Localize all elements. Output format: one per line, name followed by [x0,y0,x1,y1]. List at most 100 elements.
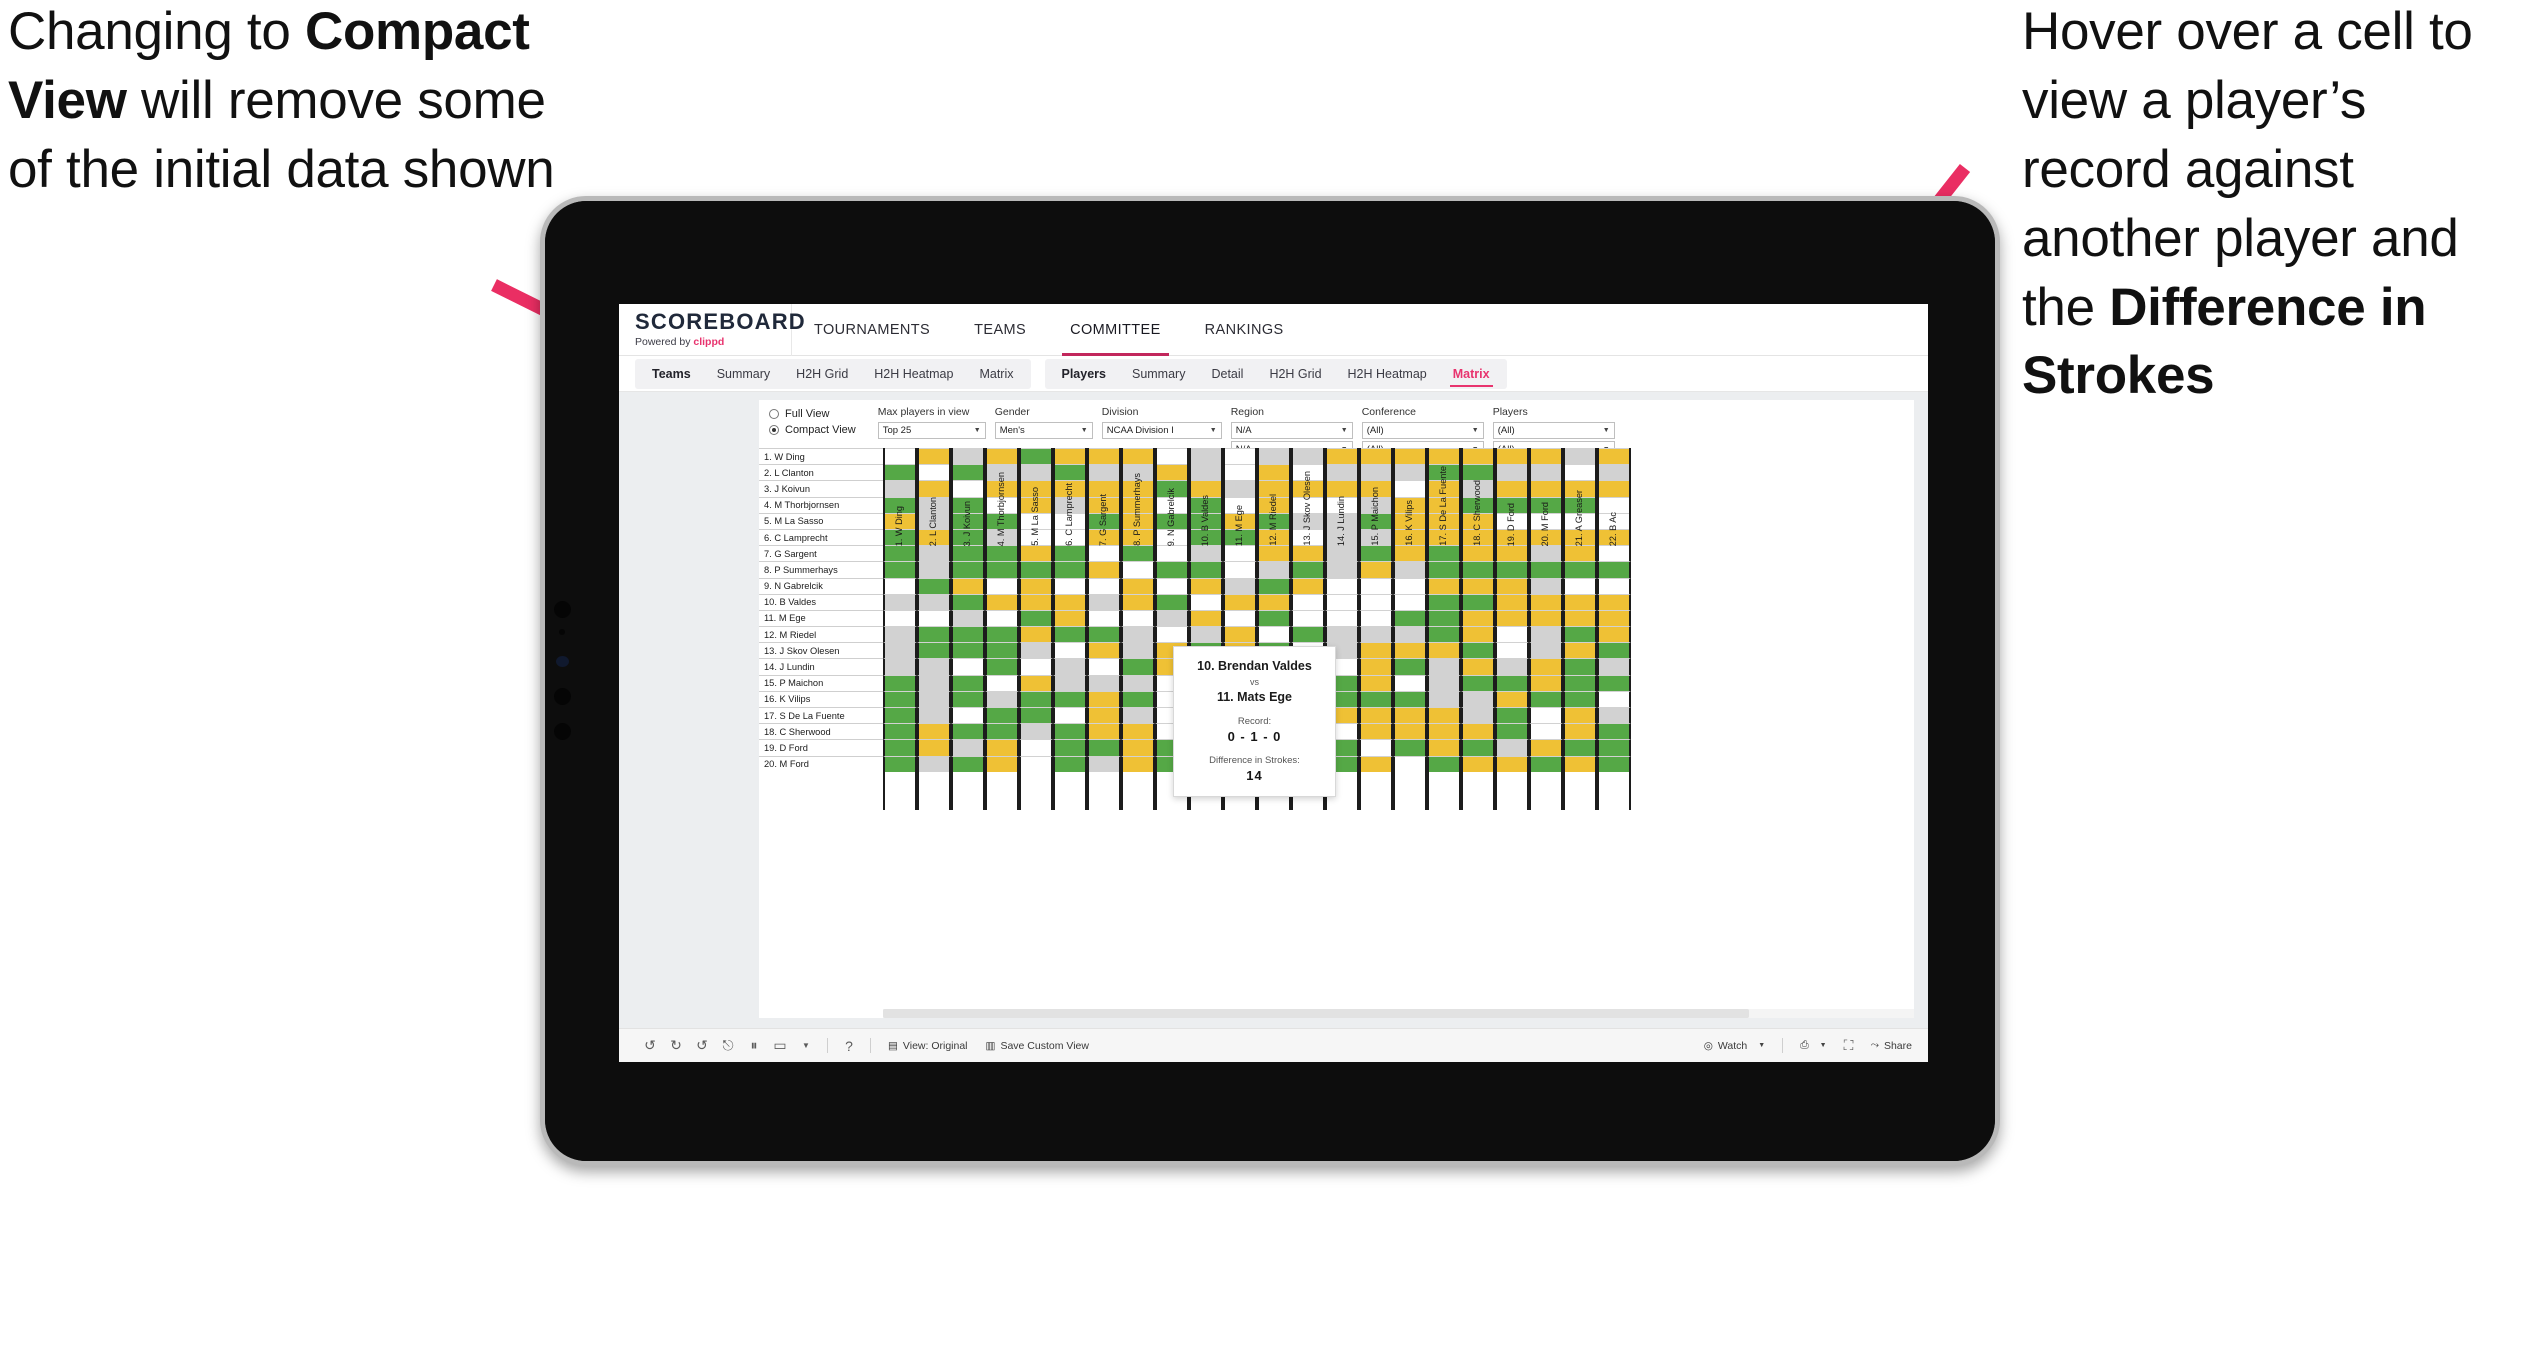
matrix-cell[interactable] [1291,593,1325,610]
matrix-cell[interactable] [985,739,1019,756]
matrix-cell[interactable] [1053,593,1087,610]
matrix-cell[interactable] [1495,658,1529,675]
matrix-cell[interactable] [1053,577,1087,594]
matrix-cell[interactable] [1053,626,1087,643]
matrix-cell[interactable] [1529,609,1563,627]
matrix-cell[interactable] [1019,690,1053,707]
watch-button[interactable]: ◎ Watch ▼ [1695,1040,1774,1052]
matrix-cell[interactable] [985,674,1019,691]
matrix-cell[interactable] [1427,707,1461,724]
radio-icon-full-view[interactable] [769,409,779,419]
matrix-cell[interactable] [1563,739,1597,756]
matrix-cell[interactable] [1563,690,1597,707]
matrix-cell[interactable] [1291,626,1325,643]
topnav-item-tournaments[interactable]: TOURNAMENTS [792,304,952,356]
matrix-cell[interactable] [1427,626,1461,643]
matrix-cell[interactable] [1597,609,1631,627]
matrix-cell[interactable] [1087,690,1121,707]
matrix-cell[interactable] [1461,609,1495,627]
matrix-cell[interactable] [1597,593,1631,610]
matrix-cell[interactable] [1427,577,1461,594]
matrix-cell[interactable] [1053,561,1087,578]
matrix-cell[interactable] [1189,577,1223,594]
subtab-players-h2h-heatmap[interactable]: H2H Heatmap [1335,359,1440,389]
matrix-cell[interactable] [1019,593,1053,610]
matrix-cell[interactable] [883,739,917,756]
select-players-primary[interactable]: (All) ▼ [1492,422,1615,439]
matrix-cell[interactable] [1223,577,1257,594]
matrix-cell[interactable] [883,707,917,724]
matrix-cell[interactable] [1359,593,1393,610]
matrix-cell[interactable] [1087,658,1121,675]
matrix-cell[interactable] [1393,690,1427,707]
matrix-cell[interactable] [985,609,1019,627]
matrix-cell[interactable] [1223,561,1257,578]
matrix-cell[interactable] [1597,642,1631,659]
matrix-cell[interactable] [985,690,1019,707]
matrix-cell[interactable] [1495,690,1529,707]
topnav-item-rankings[interactable]: RANKINGS [1183,304,1306,356]
matrix-cell[interactable] [1597,674,1631,691]
matrix-cell[interactable] [1053,674,1087,691]
matrix-cell[interactable] [1359,723,1393,740]
matrix-cell[interactable] [951,658,985,675]
matrix-cell[interactable] [1223,593,1257,610]
matrix-cell[interactable] [1359,561,1393,578]
matrix-cell[interactable] [1155,609,1189,627]
matrix-cell[interactable] [1019,723,1053,740]
matrix-cell[interactable] [1427,674,1461,691]
matrix-cell[interactable] [917,609,951,627]
matrix-cell[interactable] [917,739,951,756]
matrix-cell[interactable] [1121,739,1155,756]
matrix-cell[interactable] [1461,658,1495,675]
matrix-cell[interactable] [1053,642,1087,659]
subtab-players-matrix[interactable]: Matrix [1440,359,1503,389]
undo-icon[interactable]: ↺ [637,1033,663,1059]
matrix-cell[interactable] [1325,626,1359,643]
matrix-cell[interactable] [1189,626,1223,643]
matrix-cell[interactable] [985,707,1019,724]
view-original-button[interactable]: ▤ View: Original [879,1040,977,1052]
radio-compact-view[interactable]: Compact View [769,424,856,436]
subtab-teams-matrix[interactable]: Matrix [966,359,1026,389]
matrix-cell[interactable] [951,642,985,659]
matrix-cell[interactable] [1495,755,1529,772]
matrix-cell[interactable] [1529,739,1563,756]
matrix-cell[interactable] [1019,658,1053,675]
matrix-cell[interactable] [1393,723,1427,740]
matrix-cell[interactable] [1359,690,1393,707]
matrix-cell[interactable] [1121,658,1155,675]
matrix-cell[interactable] [1121,642,1155,659]
matrix-cell[interactable] [1121,707,1155,724]
matrix-cell[interactable] [1087,723,1121,740]
matrix-cell[interactable] [883,626,917,643]
matrix-cell[interactable] [1019,739,1053,756]
matrix-cell[interactable] [1461,674,1495,691]
matrix-cell[interactable] [1223,609,1257,627]
matrix-cell[interactable] [1087,609,1121,627]
matrix-grid[interactable]: 1. W Ding 2. L Clanton 3. J Koivun 4. M Tho… [759,448,1914,1018]
matrix-cell[interactable] [1053,739,1087,756]
matrix-cell[interactable] [1325,561,1359,578]
matrix-cell[interactable] [1529,593,1563,610]
matrix-cell[interactable] [1359,658,1393,675]
matrix-cell[interactable] [917,755,951,772]
matrix-cell[interactable] [1087,561,1121,578]
matrix-cell[interactable] [1597,723,1631,740]
matrix-cell[interactable] [1529,577,1563,594]
matrix-cell[interactable] [1155,577,1189,594]
subtab-teams-summary[interactable]: Summary [704,359,783,389]
matrix-cell[interactable] [951,609,985,627]
matrix-cell[interactable] [1019,642,1053,659]
matrix-cell[interactable] [951,561,985,578]
matrix-cell[interactable] [1019,707,1053,724]
matrix-cell[interactable] [1189,561,1223,578]
matrix-cell[interactable] [1495,561,1529,578]
matrix-cell[interactable] [1597,577,1631,594]
matrix-cell[interactable] [1121,593,1155,610]
matrix-cell[interactable] [985,723,1019,740]
matrix-cell[interactable] [1223,626,1257,643]
topnav-item-teams[interactable]: TEAMS [952,304,1048,356]
matrix-cell[interactable] [1359,609,1393,627]
matrix-cell[interactable] [1529,755,1563,772]
